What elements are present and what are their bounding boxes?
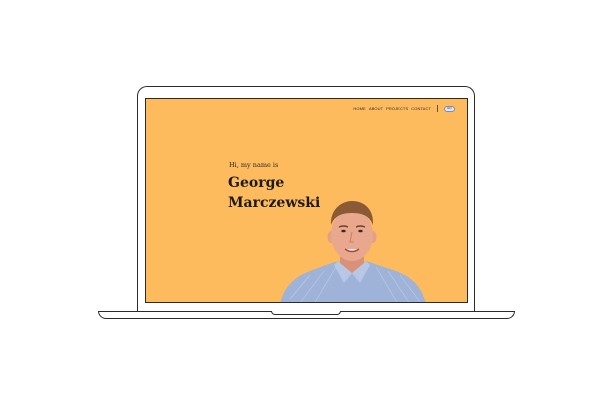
laptop-base	[98, 311, 515, 319]
language-toggle-button[interactable]: EN	[444, 105, 455, 112]
laptop-screen: HOME ABOUT PROJECTS CONTACT EN Hi, my na…	[145, 98, 468, 303]
nav-projects-link[interactable]: PROJECTS	[386, 106, 408, 111]
language-label: EN	[447, 106, 452, 110]
top-nav: HOME ABOUT PROJECTS CONTACT EN	[353, 105, 455, 112]
hero-first-name: George	[228, 175, 285, 191]
nav-divider	[437, 105, 438, 112]
nav-about-link[interactable]: ABOUT	[369, 106, 383, 111]
laptop-base-notch	[271, 311, 341, 315]
portrait-photo	[280, 201, 426, 302]
nav-home-link[interactable]: HOME	[353, 106, 365, 111]
nav-contact-link[interactable]: CONTACT	[411, 106, 431, 111]
portrait-face	[331, 209, 373, 261]
hero-greeting: Hi, my name is	[229, 161, 279, 169]
